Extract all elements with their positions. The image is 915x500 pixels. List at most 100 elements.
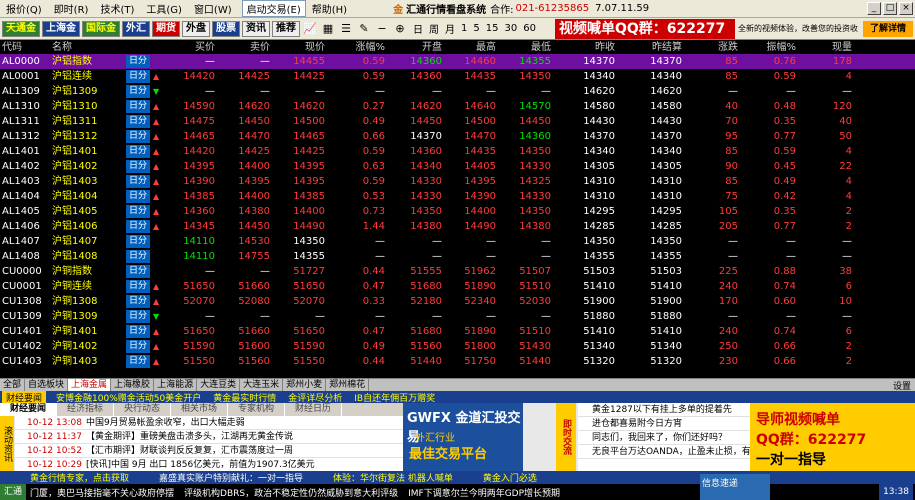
gwfx-banner[interactable]: GWFX 金道汇投交易 外汇行业 最佳交易平台 — [403, 403, 523, 471]
close-icon[interactable]: × — [899, 2, 913, 15]
status-item[interactable]: 嘉盛真实账户特别献礼：一对一指导 — [159, 471, 303, 484]
period-week[interactable]: 周 — [426, 21, 442, 36]
news-strip-head[interactable]: 财经要闻 — [2, 390, 47, 404]
col-amplitude[interactable]: 振幅% — [745, 40, 796, 55]
minimize-icon[interactable]: _ — [867, 2, 881, 15]
list-item[interactable]: 同志们，我回来了，你们还好吗？ — [578, 431, 750, 445]
period-60[interactable]: 60 — [520, 23, 539, 34]
period-day[interactable]: 日 — [410, 21, 426, 36]
menu-window[interactable]: 窗口(W) — [188, 1, 238, 16]
list-item[interactable]: 进仓都喜易附今日方宵 — [578, 417, 750, 431]
table-row[interactable]: CU1401 沪铜1401 日分 ▲ 51650 51660 51650 0.47 51680 5… — [0, 324, 915, 339]
col-open[interactable]: 开盘 — [392, 40, 442, 55]
tab-econ-indicators[interactable]: 经济指标 — [57, 403, 114, 416]
col-last[interactable]: 现价 — [275, 40, 325, 55]
btn-intl-gold[interactable]: 国际金 — [82, 20, 120, 37]
period-15[interactable]: 15 — [483, 23, 502, 34]
period-30[interactable]: 30 — [501, 23, 520, 34]
col-code[interactable]: 代码 — [2, 40, 50, 55]
table-row[interactable]: AL1408 沪铝1408 日分 14110 14755 14355 — — — — 14355 14… — [0, 249, 915, 264]
table-row[interactable]: CU1403 沪铜1403 日分 ▲ 51550 51560 51550 0.44 51440 5… — [0, 354, 915, 369]
info-popup[interactable]: 信息速递 — [700, 474, 770, 500]
btn-shanghai-gold[interactable]: 上海金 — [42, 20, 80, 37]
settings-button[interactable]: 设置 — [889, 379, 915, 392]
menu-realtime[interactable]: 即时(R) — [48, 1, 95, 16]
status-item[interactable]: 黄金行情专家，点击获取 — [30, 471, 129, 484]
ad-details-button[interactable]: 了解详情 — [863, 21, 913, 37]
ticker-item[interactable]: IMF下调意尔兰今明两年GDP增长预期 — [408, 486, 560, 499]
table-row[interactable]: AL1407 沪铝1407 日分 14110 14530 14350 — — — — 14350 14… — [0, 234, 915, 249]
ad-video-qq[interactable]: 视频喊单QQ群：622277 — [555, 19, 735, 39]
col-low[interactable]: 最低 — [503, 40, 551, 55]
table-row[interactable]: CU0000 沪铜指数 日分 — — 51727 0.44 51555 51962 51507 51… — [0, 264, 915, 279]
list-item[interactable]: 10-12 10:29 [快讯]中国 9月 出口 1856亿美元，前值为1907.… — [15, 458, 403, 472]
btn-futures[interactable]: 期货 — [152, 20, 180, 37]
tab-central-bank[interactable]: 央行动态 — [114, 403, 171, 416]
grid-icon[interactable]: ▦ — [320, 21, 336, 37]
btn-recommend[interactable]: 推荐 — [272, 20, 300, 37]
table-row[interactable]: AL1309 沪铝1309 日分 ▼ — — — — — — — 14620 14620 — — — — [0, 84, 915, 99]
btn-forex[interactable]: 外汇 — [122, 20, 150, 37]
table-row[interactable]: AL1312 沪铝1312 日分 ▲ 14465 14470 14465 0.66 14370 1… — [0, 129, 915, 144]
zoom-icon[interactable]: ⊕ — [392, 21, 408, 37]
pen-icon[interactable]: ✎ — [356, 21, 372, 37]
menu-start-trade[interactable]: 启动交易(E) — [241, 0, 306, 17]
period-month[interactable]: 月 — [442, 21, 458, 36]
table-row[interactable]: AL1403 沪铝1403 日分 ▲ 14390 14395 14395 0.59 14330 1… — [0, 174, 915, 189]
table-row[interactable]: AL0001 沪铝连续 日分 ▲ 14420 14425 14425 0.59 14360 144… — [0, 69, 915, 84]
col-buy[interactable]: 买价 — [165, 40, 215, 55]
ticker-start[interactable]: 汇通 — [0, 484, 27, 500]
table-row[interactable]: CU1308 沪铜1308 日分 ▲ 52070 52080 52070 0.33 52180 5… — [0, 294, 915, 309]
list-item[interactable]: 10-12 11:37 【黄金期评】重磅美盘击溃多头，江湖再无黄金传说 — [15, 430, 403, 444]
col-sell[interactable]: 卖价 — [220, 40, 270, 55]
status-item[interactable]: 体验：华尔街复法 机器人喊单 — [333, 471, 453, 484]
table-row[interactable]: AL1402 沪铝1402 日分 ▲ 14395 14400 14395 0.63 14340 1… — [0, 159, 915, 174]
status-item[interactable]: 黄金入门必选 — [483, 471, 537, 484]
minus-icon[interactable]: − — [374, 21, 390, 37]
news-strip-item[interactable]: 安博金融100%赠金活动50美金开户 — [56, 391, 201, 404]
btn-stocks[interactable]: 股票 — [212, 20, 240, 37]
table-row[interactable]: CU1309 沪铜1309 日分 ▼ — — — — — — — 51880 51880 — — — — [0, 309, 915, 324]
news-strip-item[interactable]: IB自还年佣百万赠奖 — [354, 391, 435, 404]
ticker-item[interactable]: 门厦，奥巴马接指毫不关心政府停摆 — [30, 486, 174, 499]
mentor-promo[interactable]: 导师视频喊单 QQ群：622277 一对一指导 — [750, 403, 915, 471]
list-item[interactable]: 无良平台万达OANDA，止盈未止损，有图有 — [578, 445, 750, 459]
restore-icon[interactable]: □ — [883, 2, 897, 15]
col-change[interactable]: 涨跌 — [690, 40, 738, 55]
table-row[interactable]: AL1404 沪铝1404 日分 ▲ 14385 14400 14385 0.53 14330 1… — [0, 189, 915, 204]
table-row[interactable]: AL1310 沪铝1310 日分 ▲ 14590 14620 14620 0.27 14620 1… — [0, 99, 915, 114]
menu-quote[interactable]: 报价(Q) — [0, 1, 48, 16]
table-row[interactable]: AL1405 沪铝1405 日分 ▲ 14360 14380 14400 0.73 14350 1… — [0, 204, 915, 219]
table-row[interactable]: AL1406 沪铝1406 日分 ▲ 14345 14450 14490 1.44 14380 1… — [0, 219, 915, 234]
tab-finance-news[interactable]: 财经要闻 — [0, 403, 57, 416]
tab-related-markets[interactable]: 相关市场 — [171, 403, 228, 416]
col-settle[interactable]: 昨结算 — [625, 40, 682, 55]
col-prev[interactable]: 昨收 — [558, 40, 615, 55]
tab-calendar[interactable]: 财经日历 — [285, 403, 342, 416]
btn-foreign-market[interactable]: 外盘 — [182, 20, 210, 37]
table-row[interactable]: AL1311 沪铝1311 日分 ▲ 14475 14450 14500 0.49 14450 1… — [0, 114, 915, 129]
col-name[interactable]: 名称 — [52, 40, 124, 55]
ticker-item[interactable]: 评级机构DBRS，政治不稳定性仍然威胁到意大利评级 — [184, 486, 398, 499]
col-pct[interactable]: 涨幅% — [330, 40, 385, 55]
menu-help[interactable]: 帮助(H) — [306, 1, 353, 16]
menu-technical[interactable]: 技术(T) — [94, 1, 140, 16]
chart-line-icon[interactable]: 📈 — [302, 21, 318, 37]
menu-tools[interactable]: 工具(G) — [140, 1, 188, 16]
period-1[interactable]: 1 — [458, 23, 470, 34]
list-item[interactable]: 10-12 13:08 中国9月贸易帐盈余收窄，出口大幅走弱 — [15, 416, 403, 430]
table-row[interactable]: AL0000 沪铝指数 日分 — — 14455 0.59 14360 14460 14355 14… — [0, 54, 915, 69]
table-row[interactable]: CU0001 沪铜连续 日分 ▲ 51650 51660 51650 0.47 51680 518… — [0, 279, 915, 294]
btn-info[interactable]: 资讯 — [242, 20, 270, 37]
list-icon[interactable]: ☰ — [338, 21, 354, 37]
table-row[interactable]: CU1402 沪铜1402 日分 ▲ 51590 51600 51590 0.49 51560 5… — [0, 339, 915, 354]
news-strip-item[interactable]: 黄金最实时行情 — [213, 391, 276, 404]
col-high[interactable]: 最高 — [450, 40, 496, 55]
news-strip-item[interactable]: 金评详尽分析 — [288, 391, 342, 404]
col-volume[interactable]: 现量 — [800, 40, 852, 55]
period-5[interactable]: 5 — [470, 23, 482, 34]
btn-tiantong-gold[interactable]: 天通金 — [2, 20, 40, 37]
list-item[interactable]: 黄金1287以下有挂上多单的提着先 — [578, 403, 750, 417]
list-item[interactable]: 10-12 10:52 【汇市期评】财联谈判反反复复，汇市震荡度过一周 — [15, 444, 403, 458]
table-row[interactable]: AL1401 沪铝1401 日分 ▲ 14420 14425 14425 0.59 14360 1… — [0, 144, 915, 159]
